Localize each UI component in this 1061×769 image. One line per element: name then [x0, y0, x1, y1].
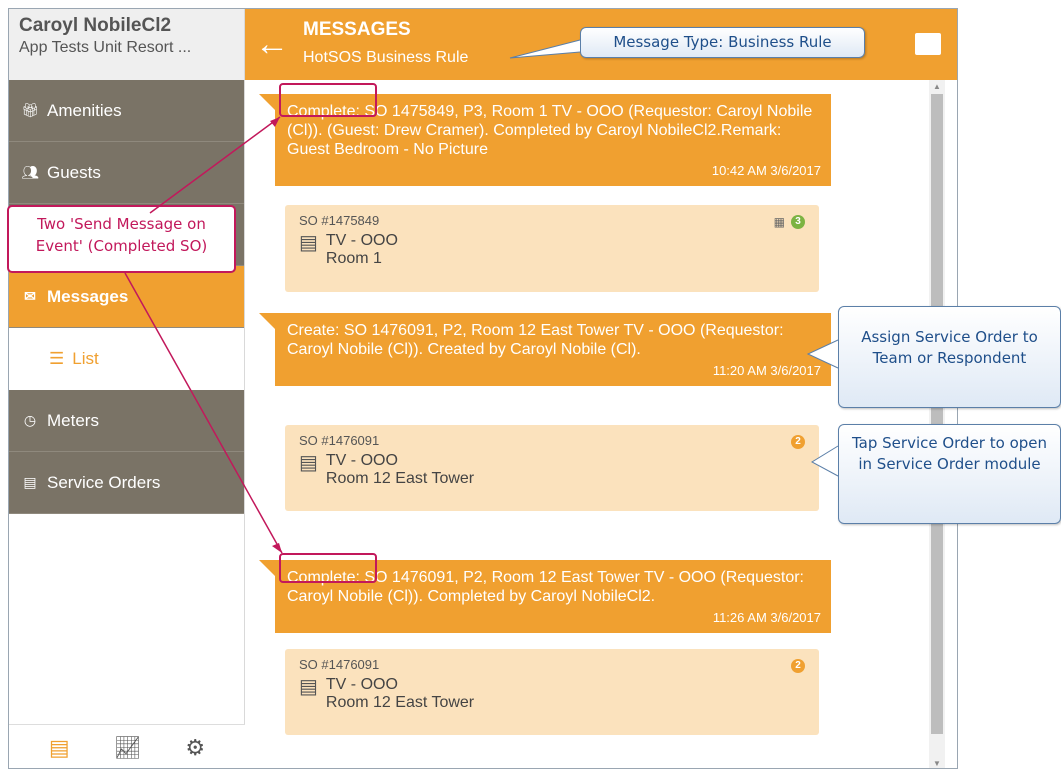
sidebar-item-label: Messages	[47, 286, 129, 306]
sidebar-item-label: Meters	[47, 410, 99, 430]
sidebar-item-meters[interactable]: ◷ Meters	[9, 390, 244, 452]
sidebar: Caroyl NobileCl2 App Tests Unit Resort .…	[9, 9, 245, 768]
sidebar-item-label: Amenities	[47, 100, 122, 120]
sidebar-item-guests[interactable]: 👥︎ Guests	[9, 142, 244, 204]
service-order-room: Room 1	[325, 250, 382, 267]
app-window: Caroyl NobileCl2 App Tests Unit Resort .…	[8, 8, 958, 769]
priority-badge: 2	[791, 659, 805, 673]
service-order-number: SO #1475849	[299, 213, 380, 228]
page-subtitle: HotSOS Business Rule	[303, 49, 469, 66]
chart-icon[interactable]: 📈︎	[114, 735, 142, 761]
message-time: 10:42 AM 3/6/2017	[711, 163, 821, 178]
document-icon: ▤	[299, 452, 318, 474]
chat-icon[interactable]	[915, 33, 941, 61]
user-header: Caroyl NobileCl2 App Tests Unit Resort .…	[9, 9, 244, 80]
annotation-two-send: Two 'Send Message on Event' (Completed S…	[7, 205, 236, 273]
sidebar-item-label: Service Orders	[47, 472, 161, 492]
service-order-number: SO #1476091	[299, 657, 380, 672]
document-icon: ▤	[299, 232, 318, 254]
highlight-box	[279, 83, 377, 117]
annotation-assign: Assign Service Order to Team or Responde…	[838, 306, 1061, 408]
service-order-type: TV - OOO	[325, 676, 398, 693]
annotation-message-type: Message Type: Business Rule	[580, 27, 865, 58]
users-icon: 👥︎	[21, 164, 39, 180]
message-text: Create: SO 1476091, P2, Room 12 East Tow…	[287, 322, 784, 358]
service-order-type: TV - OOO	[325, 452, 398, 469]
sidebar-item-label: List	[72, 349, 99, 368]
gear-icon[interactable]: ⚙	[185, 735, 205, 761]
user-name: Caroyl NobileCl2	[19, 15, 172, 36]
service-order-card[interactable]: SO #1476091 ▤ TV - OOO Room 12 East Towe…	[285, 649, 819, 735]
service-order-card[interactable]: SO #1476091 ▤ TV - OOO Room 12 East Towe…	[285, 425, 819, 511]
notes-icon: ▦	[773, 215, 785, 229]
sidebar-item-service-orders[interactable]: ▤ Service Orders	[9, 452, 244, 514]
scroll-thumb[interactable]	[931, 94, 943, 734]
gauge-icon: ◷	[23, 412, 37, 428]
message-time: 11:20 AM 3/6/2017	[712, 363, 821, 378]
priority-badge: 3	[791, 215, 805, 229]
sidebar-item-label: Guests	[47, 162, 101, 182]
highlight-box	[279, 553, 377, 583]
back-arrow-icon[interactable]: ←	[255, 25, 289, 64]
message-item[interactable]: Create: SO 1476091, P2, Room 12 East Tow…	[259, 313, 831, 386]
annotation-tap: Tap Service Order to open in Service Ord…	[838, 424, 1061, 524]
message-time: 11:26 AM 3/6/2017	[712, 610, 821, 625]
service-order-type: TV - OOO	[325, 232, 398, 249]
service-order-room: Room 12 East Tower	[325, 694, 475, 711]
clipboard-icon[interactable]: ▤	[49, 735, 70, 761]
envelope-icon: ✉	[24, 288, 36, 304]
scroll-down-icon[interactable]: ▼	[933, 759, 941, 768]
service-order-room: Room 12 East Tower	[325, 470, 475, 487]
scroll-up-icon[interactable]: ▲	[933, 82, 941, 91]
document-icon: ▤	[299, 676, 318, 698]
sidebar-item-list[interactable]: ☰ List	[9, 328, 244, 390]
page-title: MESSAGES	[303, 19, 411, 40]
sidebar-item-amenities[interactable]: 🎁︎ Amenities	[9, 80, 244, 142]
service-order-number: SO #1476091	[299, 433, 380, 448]
sidebar-footer: ▤ 📈︎ ⚙	[9, 724, 245, 768]
list-icon: ☰	[49, 349, 65, 368]
clipboard-icon: ▤	[23, 474, 37, 490]
sidebar-item-messages[interactable]: ✉ Messages	[9, 266, 244, 328]
gift-icon: 🎁︎	[21, 102, 39, 118]
property-name: App Tests Unit Resort ...	[19, 39, 192, 56]
priority-badge: 2	[791, 435, 805, 449]
service-order-card[interactable]: SO #1475849 ▤ TV - OOO Room 1 ▦ 3	[285, 205, 819, 292]
